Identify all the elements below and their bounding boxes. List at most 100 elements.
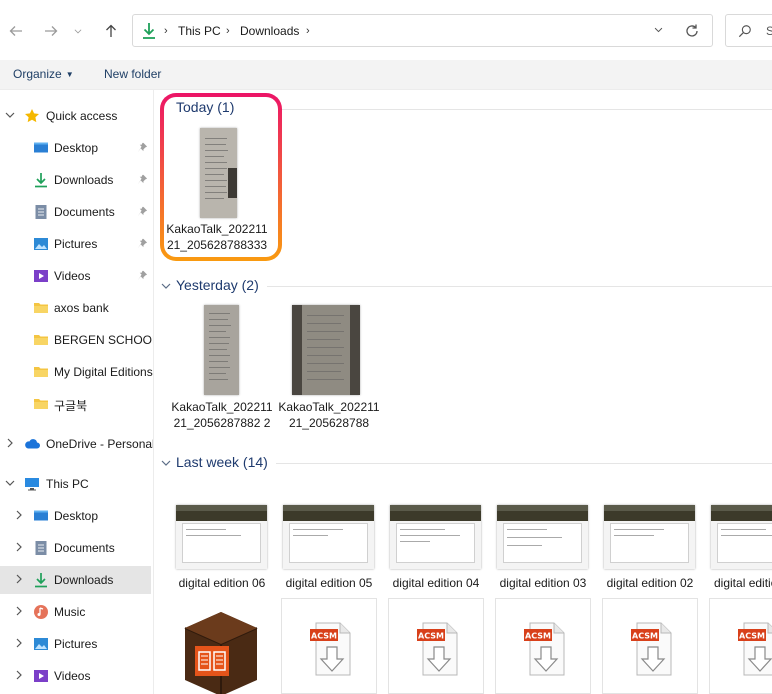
documents-icon [35,205,47,219]
file-name: KakaoTalk_20221121_2056287883333 [166,222,268,252]
acsm-file-tile[interactable]: ACSM [495,598,591,694]
chevron-down-icon[interactable] [5,110,15,120]
command-bar: Organize ▼ New folder [0,60,772,90]
group-divider [276,463,772,464]
sidebar-item-quick-access[interactable]: Quick access [0,102,153,130]
forward-button[interactable] [41,21,61,41]
folder-icon [34,335,48,345]
chevron-down-icon[interactable] [5,478,15,488]
sidebar-item-my-digital-editions[interactable]: My Digital Editions [0,358,153,386]
arrow-left-icon [9,26,22,36]
chevron-right-icon[interactable] [14,670,24,680]
file-tile[interactable]: digital edition 02 [598,500,702,595]
chevron-right-icon[interactable] [14,574,24,584]
videos-icon [34,670,48,682]
sidebar-item-label: Videos [54,269,91,283]
sidebar-item-pc-music[interactable]: Music [0,598,153,626]
group-label: Yesterday (2) [176,277,259,293]
photo-thumbnail [200,128,237,218]
acsm-file-icon: ACSM [631,622,672,676]
acsm-file-tile[interactable]: ACSM [281,598,377,694]
sidebar-item-label: My Digital Editions [54,365,153,379]
sidebar-item-downloads[interactable]: Downloads [0,166,153,194]
sidebar-item-label: Videos [54,669,91,683]
sidebar-item-axos-bank[interactable]: axos bank [0,294,153,322]
acsm-badge-text: ACSM [739,632,765,641]
image-thumbnail [711,505,772,569]
image-thumbnail [604,505,695,569]
photo-thumbnail [204,305,239,395]
arrow-up-icon [106,24,116,37]
file-tile[interactable]: digital edition 04 [384,500,488,595]
group-header-last-week[interactable]: Last week (14) [155,452,772,474]
sidebar-item-pc-videos[interactable]: Videos [0,662,153,690]
sidebar-item-pc-downloads[interactable]: Downloads [0,566,151,594]
file-name: digital edition 02 [606,576,694,590]
sidebar-item-label: Documents [54,205,115,219]
image-thumbnail [497,505,588,569]
file-tile[interactable]: digital edition 05 [277,500,381,595]
search-placeholder: S [766,24,772,38]
file-tile[interactable]: digital edition [705,500,772,595]
pin-icon [137,206,148,217]
refresh-icon[interactable] [684,23,700,39]
sidebar-item-bergen-school[interactable]: BERGEN SCHOOL [0,326,153,354]
chevron-right-icon[interactable] [14,606,24,616]
address-row: › This PC › Downloads › S [0,0,772,60]
file-tile[interactable]: KakaoTalk_20221121_205628788 [277,302,381,447]
address-bar[interactable]: › This PC › Downloads › [132,14,713,47]
file-name: digital edition 05 [285,576,373,590]
file-tile[interactable]: digital edition 03 [491,500,595,595]
chevron-right-icon[interactable] [14,510,24,520]
breadcrumb-downloads[interactable]: Downloads [240,24,299,38]
file-tile[interactable]: digital edition 06 [170,500,274,595]
new-folder-button[interactable]: New folder [104,67,161,81]
group-header-yesterday[interactable]: Yesterday (2) [155,275,772,297]
group-divider [245,109,772,110]
search-box[interactable]: S [725,14,772,47]
chevron-right-icon[interactable] [14,542,24,552]
sidebar-item-pc-documents[interactable]: Documents [0,534,153,562]
sidebar-item-onedrive[interactable]: OneDrive - Personal [0,430,153,458]
file-name: digital edition 06 [178,576,266,590]
sidebar-item-pc-pictures[interactable]: Pictures [0,630,153,658]
recent-locations-button[interactable] [71,21,85,41]
chevron-right-icon[interactable] [14,638,24,648]
acsm-file-tile[interactable]: ACSM [709,598,772,694]
file-tile[interactable] [170,602,274,694]
computer-icon [25,478,39,491]
sidebar-item-videos[interactable]: Videos [0,262,153,290]
file-tile[interactable]: KakaoTalk_20221121_2056287882 2 [170,302,274,447]
pictures-icon [34,638,48,650]
address-history-chevron-icon[interactable] [653,24,664,38]
pictures-icon [34,238,48,250]
sidebar-item-label: Quick access [46,109,118,123]
folder-icon [34,367,48,377]
acsm-badge-text: ACSM [311,632,337,641]
sidebar-item-this-pc[interactable]: This PC [0,470,153,498]
back-button[interactable] [6,21,26,41]
up-button[interactable] [101,21,121,41]
acsm-file-icon: ACSM [417,622,458,676]
sidebar-item-desktop[interactable]: Desktop [0,134,153,162]
folder-icon [34,399,48,409]
highlighted-file-tile[interactable]: KakaoTalk_20221121_2056287883333 [165,124,269,256]
acsm-file-tile[interactable]: ACSM [388,598,484,694]
sidebar-item-pc-desktop[interactable]: Desktop [0,502,153,530]
image-thumbnail [390,505,481,569]
breadcrumb-this-pc[interactable]: This PC [178,24,221,38]
file-name: digital edition 03 [499,576,587,590]
acsm-file-tile[interactable]: ACSM [602,598,698,694]
desktop-icon [34,510,48,521]
sidebar-item-google-books[interactable]: 구글북 [0,390,153,418]
star-icon [25,109,39,123]
pin-icon [137,238,148,249]
file-name: KakaoTalk_20221121_2056287882 2 [171,400,273,430]
sidebar-item-label: Documents [54,541,115,555]
organize-button[interactable]: Organize ▼ [13,67,74,81]
adobe-digital-editions-box-icon [184,612,258,694]
sidebar-item-pictures[interactable]: Pictures [0,230,153,258]
download-arrow-icon [35,573,47,588]
sidebar-item-documents[interactable]: Documents [0,198,153,226]
chevron-right-icon[interactable] [5,438,15,448]
